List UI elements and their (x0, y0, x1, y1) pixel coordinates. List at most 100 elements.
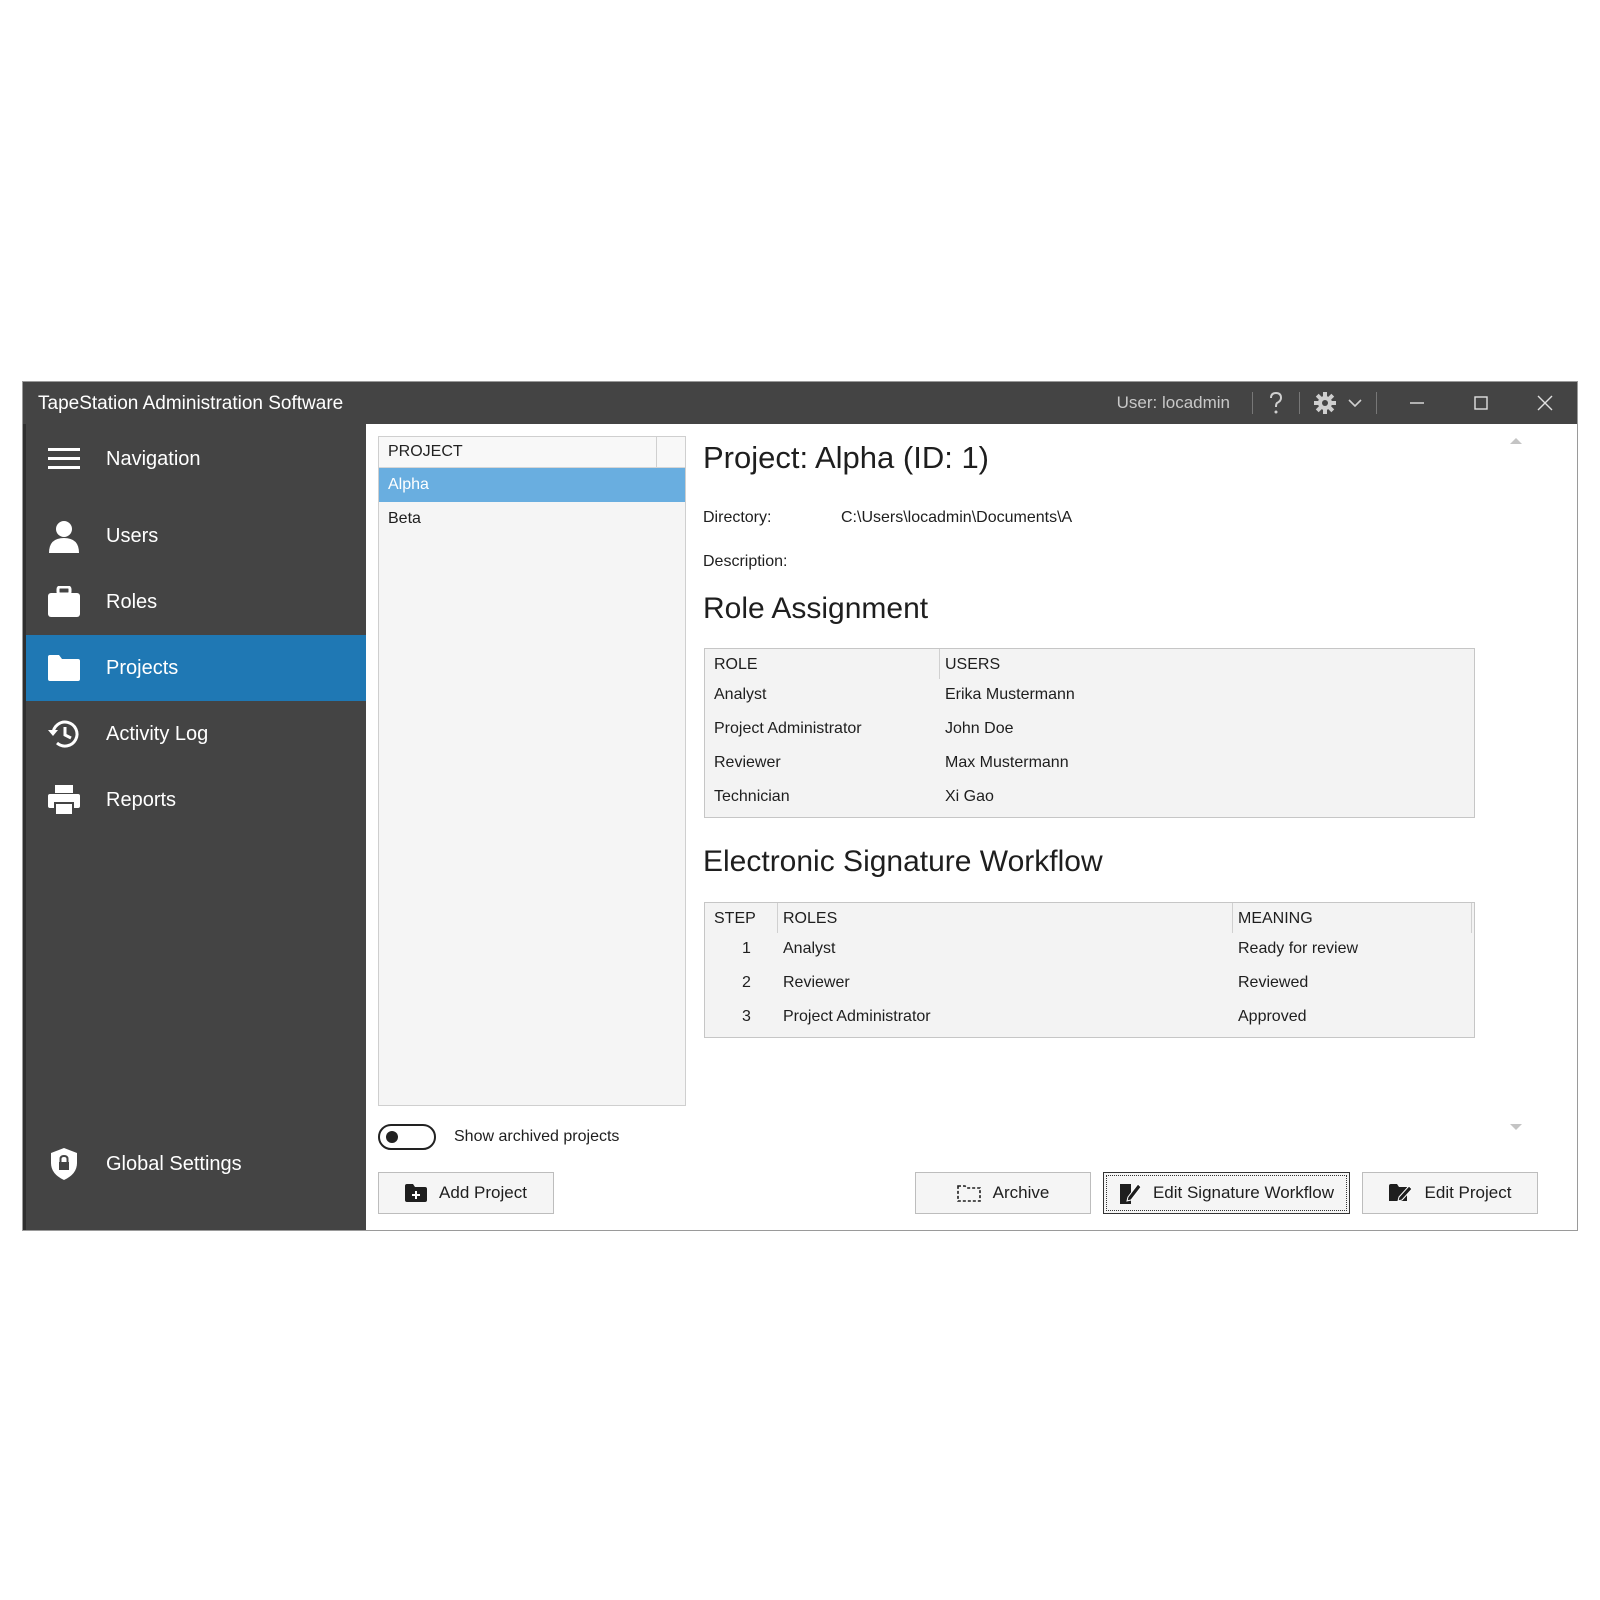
history-icon (44, 714, 84, 754)
list-item-label: Alpha (388, 476, 429, 493)
step-cell: 3 (742, 1008, 751, 1025)
table-row[interactable]: Project Administrator John Doe (705, 713, 1474, 747)
role-cell: Technician (714, 788, 790, 805)
hamburger-icon (44, 439, 84, 479)
scroll-down-arrow[interactable] (1510, 1124, 1522, 1130)
signature-workflow-table: STEP ROLES MEANING 1 Analyst Ready for r… (704, 902, 1475, 1038)
sidebar-item-label: Projects (106, 656, 179, 679)
folder-icon (44, 648, 84, 688)
role-assignment-table: ROLE USERS Analyst Erika Mustermann Proj… (704, 648, 1475, 818)
column-divider (1471, 903, 1472, 933)
sidebar-item-label: Global Settings (106, 1152, 242, 1175)
role-cell: Reviewer (714, 754, 781, 771)
roles-cell: Reviewer (783, 974, 850, 991)
minimize-button[interactable] (1385, 382, 1449, 424)
table-row[interactable]: 3 Project Administrator Approved (705, 1001, 1474, 1035)
sidebar-item-users[interactable]: Users (26, 503, 366, 569)
column-header: MEANING (1238, 910, 1313, 927)
column-divider (656, 437, 657, 467)
sidebar-item-label: Roles (106, 590, 158, 613)
table-row[interactable]: Reviewer Max Mustermann (705, 747, 1474, 781)
role-cell: Project Administrator (714, 720, 862, 737)
users-cell: Xi Gao (945, 788, 994, 805)
column-divider (777, 903, 778, 933)
role-assignment-title: Role Assignment (703, 592, 929, 625)
archive-folder-icon (956, 1184, 981, 1202)
directory-value: C:\Users\locadmin\Documents\A (841, 509, 1073, 526)
sidebar-item-roles[interactable]: Roles (26, 569, 366, 635)
show-archived-toggle[interactable] (378, 1124, 436, 1150)
project-list-item-beta[interactable]: Beta (379, 502, 685, 536)
column-header: USERS (945, 656, 1001, 673)
title-bar-controls: User: locadmin (1117, 382, 1577, 424)
button-label: Archive (992, 1183, 1050, 1202)
app-window: TapeStation Administration Software User… (22, 381, 1578, 1231)
divider (1299, 392, 1300, 414)
column-header: ROLE (714, 656, 758, 673)
signature-workflow-title: Electronic Signature Workflow (703, 845, 1103, 878)
meaning-cell: Ready for review (1238, 940, 1359, 957)
users-cell: John Doe (945, 720, 1014, 737)
divider (1376, 392, 1377, 414)
table-row[interactable]: 1 Analyst Ready for review (705, 933, 1474, 967)
add-project-button[interactable]: Add Project (378, 1172, 554, 1214)
column-header: STEP (714, 910, 756, 927)
user-icon (44, 516, 84, 556)
column-divider (939, 649, 940, 679)
column-header: PROJECT (388, 443, 463, 460)
button-label: Edit Project (1424, 1183, 1512, 1202)
sidebar: Navigation Users Roles Projects Activity… (23, 424, 366, 1230)
description-label: Description: (703, 553, 788, 570)
edit-signature-icon (1119, 1181, 1141, 1205)
users-cell: Erika Mustermann (945, 686, 1075, 703)
users-cell: Max Mustermann (945, 754, 1069, 771)
sidebar-item-label: Reports (106, 788, 177, 811)
sidebar-item-activity-log[interactable]: Activity Log (26, 701, 366, 767)
button-label: Edit Signature Workflow (1152, 1183, 1335, 1202)
table-row[interactable]: Analyst Erika Mustermann (705, 679, 1474, 713)
sidebar-item-reports[interactable]: Reports (26, 767, 366, 833)
project-list-header[interactable]: PROJECT (379, 437, 685, 468)
close-button[interactable] (1513, 382, 1577, 424)
edit-project-button[interactable]: Edit Project (1362, 1172, 1538, 1214)
button-label: Add Project (439, 1183, 527, 1202)
roles-cell: Analyst (783, 940, 836, 957)
project-title: Project: Alpha (ID: 1) (703, 440, 990, 475)
project-list-item-alpha[interactable]: Alpha (379, 468, 685, 502)
roles-cell: Project Administrator (783, 1008, 931, 1025)
folder-edit-icon (1388, 1183, 1413, 1203)
title-bar: TapeStation Administration Software User… (23, 382, 1577, 424)
gear-icon[interactable] (1308, 382, 1342, 424)
sidebar-item-label: Navigation (106, 447, 201, 470)
meaning-cell: Reviewed (1238, 974, 1309, 991)
divider (1252, 392, 1253, 414)
role-cell: Analyst (714, 686, 767, 703)
step-cell: 1 (742, 940, 751, 957)
current-user-label: User: locadmin (1116, 393, 1230, 412)
project-list: PROJECT Alpha Beta (378, 436, 686, 1106)
table-row[interactable]: 2 Reviewer Reviewed (705, 967, 1474, 1001)
table-row[interactable]: Technician Xi Gao (705, 781, 1474, 815)
shield-lock-icon (44, 1144, 84, 1184)
directory-label: Directory: (703, 509, 772, 526)
briefcase-icon (44, 582, 84, 622)
archive-button[interactable]: Archive (915, 1172, 1091, 1214)
column-header: ROLES (783, 910, 838, 927)
list-item-label: Beta (388, 510, 421, 527)
scroll-up-arrow[interactable] (1510, 438, 1522, 444)
show-archived-label: Show archived projects (454, 1128, 620, 1145)
sidebar-item-label: Activity Log (106, 722, 209, 745)
chevron-down-icon[interactable] (1342, 382, 1368, 424)
edit-signature-workflow-button[interactable]: Edit Signature Workflow (1103, 1172, 1350, 1214)
app-title: TapeStation Administration Software (38, 393, 344, 414)
sidebar-item-label: Users (106, 524, 159, 547)
column-divider (1232, 903, 1233, 933)
table-header: ROLE USERS (705, 649, 1474, 679)
step-cell: 2 (742, 974, 751, 991)
sidebar-item-global-settings[interactable]: Global Settings (26, 1131, 366, 1197)
sidebar-item-navigation[interactable]: Navigation (26, 426, 366, 492)
maximize-button[interactable] (1449, 382, 1513, 424)
meaning-cell: Approved (1238, 1008, 1307, 1025)
sidebar-item-projects[interactable]: Projects (26, 635, 366, 701)
help-icon[interactable] (1261, 382, 1291, 424)
